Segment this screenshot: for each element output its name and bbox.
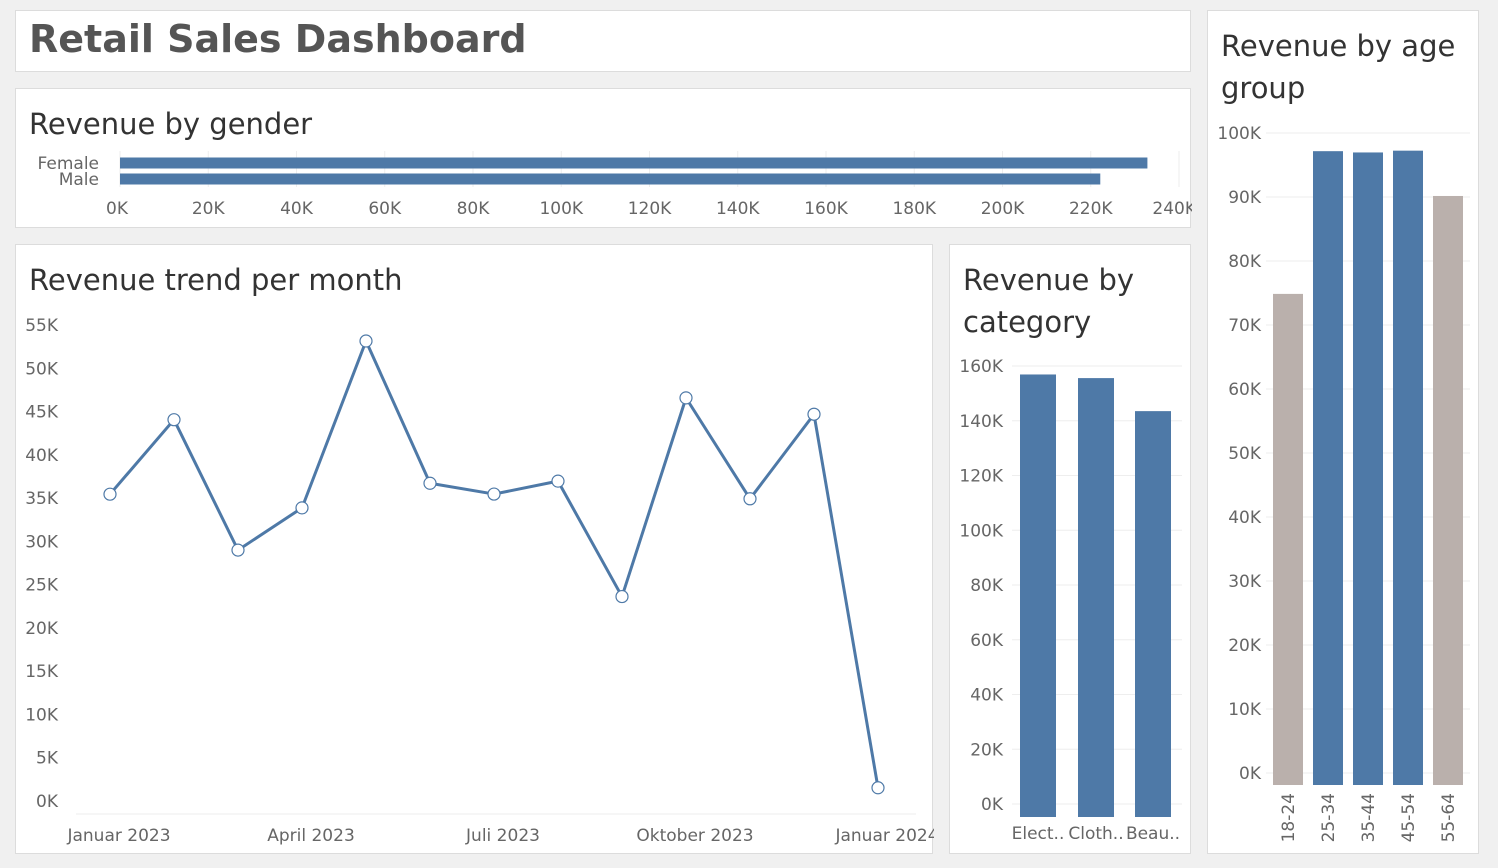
trend-point (359, 334, 373, 348)
trend-point (167, 413, 181, 427)
trend-chart: 0K 5K 10K 15K 20K 25K 30K 35K 40K 45K 50K 55K Januar… (25, 316, 934, 846)
category-y-tick: 20K (970, 740, 1004, 760)
age-y-tick: 90K (1228, 188, 1262, 208)
trend-point (231, 543, 245, 557)
trend-point (743, 492, 757, 506)
trend-panel: Revenue trend per month 0K 5K 10K 15K 20K 25K… (15, 244, 934, 854)
category-x-label: Beau.. (1126, 824, 1180, 844)
category-chart: 0K 20K 40K 60K 80K 100K 120K 140K 160K Elect.. Clo… (959, 357, 1182, 844)
trend-x-tick: Oktober 2023 (636, 826, 753, 846)
age-x-label: 18-24 (1279, 793, 1299, 842)
gender-chart: 0K 20K 40K 60K 80K 100K 120K 140K 160K 180K 200K 22… (38, 151, 1192, 219)
trend-point (295, 501, 309, 515)
age-chart: 0K 10K 20K 30K 40K 50K 60K 70K 80K 90K 100K 18-24 25… (1217, 124, 1470, 842)
trend-x-tick: Januar 2024 (834, 826, 934, 846)
category-y-tick: 40K (970, 686, 1004, 706)
gender-panel: Revenue by gender 0K 20K 40K 60K 80K 100K 120K… (15, 88, 1192, 228)
trend-point (615, 589, 629, 604)
age-x-label: 45-54 (1399, 793, 1419, 842)
trend-y-tick: 35K (25, 489, 59, 509)
age-bar (1393, 150, 1423, 785)
gender-x-tick: 0K (106, 199, 129, 219)
gender-x-tick: 60K (368, 199, 402, 219)
gender-x-tick: 80K (457, 199, 491, 219)
gender-x-tick: 140K (716, 199, 760, 219)
trend-x-tick: Januar 2023 (66, 826, 170, 846)
age-x-label: 35-44 (1359, 793, 1379, 842)
dashboard-title: Retail Sales Dashboard (29, 17, 527, 61)
trend-point (487, 487, 501, 501)
age-bar (1353, 152, 1383, 785)
gender-x-tick: 40K (280, 199, 314, 219)
category-y-tick: 100K (959, 521, 1003, 541)
trend-line (108, 339, 880, 789)
gender-x-tick: 20K (192, 199, 226, 219)
trend-y-tick: 25K (25, 576, 59, 596)
dashboard-title-panel: Retail Sales Dashboard (15, 10, 1191, 72)
category-panel: Revenue by category 0K 20K 40K 60K 80K 100K 12… (949, 244, 1191, 854)
category-x-label: Cloth.. (1068, 824, 1123, 844)
trend-y-tick: 55K (25, 316, 59, 336)
category-bar (1078, 378, 1114, 817)
trend-x-tick: April 2023 (267, 826, 355, 846)
category-y-tick: 60K (970, 631, 1004, 651)
trend-point (103, 487, 117, 501)
category-y-tick: 0K (981, 795, 1004, 815)
gender-x-tick: 200K (981, 199, 1025, 219)
trend-y-tick: 20K (25, 619, 59, 639)
age-y-tick: 20K (1228, 636, 1262, 656)
category-bar (1020, 374, 1056, 817)
age-y-tick: 70K (1228, 316, 1262, 336)
age-x-label: 55-64 (1439, 793, 1459, 842)
trend-y-tick: 15K (25, 662, 59, 682)
age-y-tick: 60K (1228, 380, 1262, 400)
age-bar (1273, 293, 1303, 785)
category-y-tick: 80K (970, 576, 1004, 596)
category-y-tick: 120K (959, 467, 1003, 487)
trend-y-tick: 0K (36, 792, 59, 812)
trend-x-tick: Juli 2023 (465, 826, 540, 846)
trend-point (551, 474, 565, 488)
trend-point (679, 391, 693, 405)
gender-x-tick: 100K (539, 199, 583, 219)
gender-x-tick: 180K (892, 199, 936, 219)
gender-category-label: Male (59, 170, 99, 190)
category-bar (1135, 411, 1171, 817)
trend-y-tick: 5K (36, 749, 59, 769)
trend-y-tick: 10K (25, 705, 59, 725)
age-bar (1313, 151, 1343, 785)
age-y-tick: 100K (1217, 124, 1261, 144)
age-bar (1433, 195, 1463, 785)
age-x-label: 25-34 (1319, 793, 1339, 842)
trend-y-tick: 50K (25, 359, 59, 379)
gender-x-tick: 220K (1069, 199, 1113, 219)
age-y-tick: 30K (1228, 572, 1262, 592)
category-y-tick: 160K (959, 357, 1003, 377)
age-y-tick: 0K (1239, 764, 1262, 784)
category-x-label: Elect.. (1012, 824, 1065, 844)
age-panel: Revenue by age group 0K 10K 20K 30K 40K 50K 60… (1207, 10, 1479, 854)
trend-y-tick: 30K (25, 532, 59, 552)
age-y-tick: 40K (1228, 508, 1262, 528)
age-y-tick: 80K (1228, 252, 1262, 272)
gender-x-tick: 240K (1152, 199, 1192, 219)
gender-x-tick: 160K (804, 199, 848, 219)
trend-point (807, 407, 821, 421)
trend-point (423, 476, 437, 490)
age-y-tick: 10K (1228, 700, 1262, 720)
trend-point (871, 781, 885, 795)
age-y-tick: 50K (1228, 444, 1262, 464)
trend-y-tick: 45K (25, 403, 59, 423)
category-y-tick: 140K (959, 412, 1003, 432)
gender-bar (120, 157, 1148, 169)
gender-x-tick: 120K (628, 199, 672, 219)
trend-y-tick: 40K (25, 446, 59, 466)
gender-bar (120, 173, 1101, 185)
